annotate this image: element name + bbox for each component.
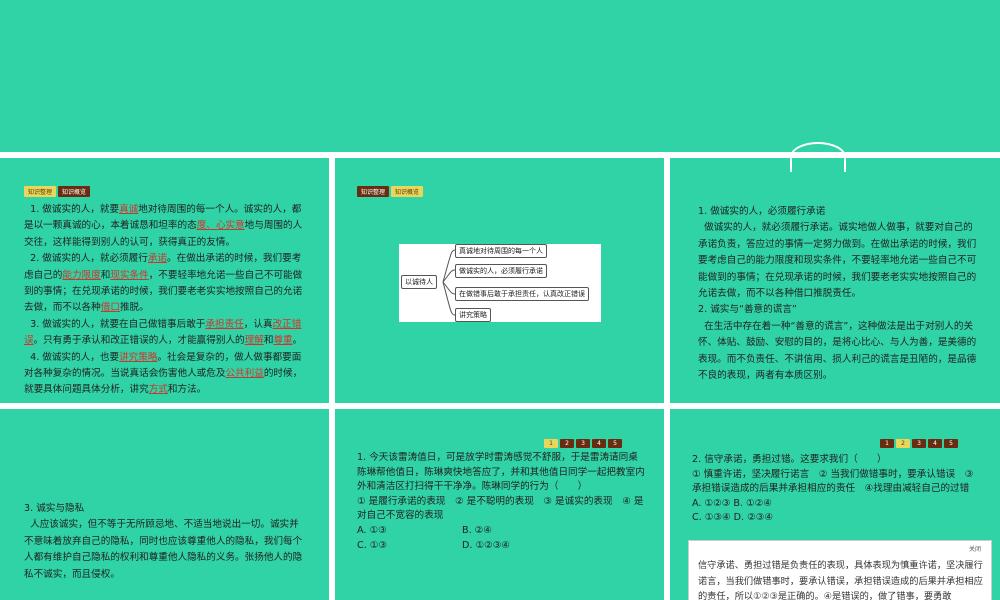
- explanation-panel: 关闭 信守承诺、勇担过错是负责任的表现，具体表现为慎重许诺，坚决履行诺言，当我们…: [688, 540, 992, 600]
- page-4-button[interactable]: 4: [592, 439, 606, 448]
- page-2-button[interactable]: 2: [896, 439, 910, 448]
- promise-text: 1. 做诚实的人，必须履行承诺 做诚实的人，就必须履行承诺。诚实地做人做事，就要…: [698, 204, 982, 384]
- tab-knowledge-overview[interactable]: 知识概览: [391, 186, 424, 197]
- mindmap-root: 以诚待人: [401, 275, 437, 289]
- section-heading-3: 3. 诚实与隐私: [24, 503, 85, 514]
- question-text: 2. 信守承诺，勇担过错。这要求我们（ ） ① 慎重许诺，坚决履行诺言 ② 当我…: [692, 453, 982, 526]
- slide-honesty-privacy[interactable]: 3. 诚实与隐私 人应该诚实，但不等于无所顾忌地、不适当地说出一切。诚实并不意味…: [0, 409, 329, 600]
- tab-knowledge-overview[interactable]: 知识概览: [58, 186, 91, 197]
- options-row-2[interactable]: C. ①③④ D. ②③④: [692, 511, 982, 526]
- explanation-text: 信守承诺、勇担过错是负责任的表现，具体表现为慎重许诺，坚决履行诺言，当我们做错事…: [698, 560, 983, 600]
- option-b[interactable]: B. ②④: [462, 524, 492, 539]
- page-1-button[interactable]: 1: [544, 439, 558, 448]
- question-pager: 1 2 3 4 5: [880, 439, 958, 448]
- slide-question-1[interactable]: 1 2 3 4 5 1. 今天该雷涛值日，可是放学时雷涛感觉不舒服，于是雷涛请同…: [335, 409, 664, 600]
- question-stem: 1. 今天该雷涛值日，可是放学时雷涛感觉不舒服，于是雷涛请同桌陈琳帮他值日，陈琳…: [357, 452, 645, 493]
- slide-knowledge-summary[interactable]: 知识整理 知识概览 1. 做诚实的人，就要真诚地对待周围的每一个人。诚实的人，都…: [0, 158, 329, 403]
- question-text: 1. 今天该雷涛值日，可是放学时雷涛感觉不舒服，于是雷涛请同桌陈琳帮他值日，陈琳…: [357, 451, 645, 553]
- summary-text: 1. 做诚实的人，就要真诚地对待周围的每一个人。诚实的人，都是以一颗真诚的心，本…: [24, 202, 306, 399]
- slide-promise-and-lie[interactable]: 1. 做诚实的人，必须履行承诺 做诚实的人，就必须履行承诺。诚实地做人做事，就要…: [670, 158, 1000, 403]
- page-3-button[interactable]: 3: [912, 439, 926, 448]
- page-5-button[interactable]: 5: [944, 439, 958, 448]
- section-body-3: 人应该诚实，但不等于无所顾忌地、不适当地说出一切。诚实并不意味着放弃自己的隐私，…: [24, 519, 303, 580]
- tab-knowledge-organize[interactable]: 知识整理: [357, 186, 390, 197]
- summary-point-2: 2. 做诚实的人，就必须履行承诺。在做出承诺的时候，我们要考虑自己的能力限度和现…: [24, 253, 303, 314]
- options-row-2: C. ①③ D. ①②③④: [357, 539, 645, 554]
- tab-knowledge-organize[interactable]: 知识整理: [24, 186, 57, 197]
- close-button[interactable]: 关闭: [969, 544, 981, 553]
- slide-question-2[interactable]: 1 2 3 4 5 2. 信守承诺，勇担过错。这要求我们（ ） ① 慎重许诺，坚…: [670, 409, 1000, 600]
- option-d[interactable]: D. ①②③④: [462, 539, 510, 554]
- mindmap-branch-3: 在做错事后敢于承担责任，认真改正错误: [455, 287, 589, 301]
- privacy-text: 3. 诚实与隐私 人应该诚实，但不等于无所顾忌地、不适当地说出一切。诚实并不意味…: [24, 501, 306, 583]
- summary-point-1: 1. 做诚实的人，就要真诚地对待周围的每一个人。诚实的人，都是以一颗真诚的心，本…: [24, 204, 303, 248]
- section-body-2: 在生活中存在着一种“善意的谎言”，这种做法是出于对别人的关怀、体贴、鼓励、安慰的…: [698, 320, 977, 382]
- summary-point-3: 3. 做诚实的人，就要在自己做错事后敢于承担责任，认真改正错误。只有勇于承认和改…: [24, 318, 303, 347]
- top-banner: [0, 0, 1000, 152]
- page-1-button[interactable]: 1: [880, 439, 894, 448]
- section-heading-2: 2. 诚实与“善意的谎言”: [698, 304, 797, 316]
- mindmap-branch-4: 讲究策略: [455, 308, 491, 322]
- mindmap-branch-2: 做诚实的人，必须履行承诺: [455, 264, 547, 278]
- question-pager: 1 2 3 4 5: [544, 439, 622, 448]
- section-body-1: 做诚实的人，就必须履行承诺。诚实地做人做事，就要对自己的承诺负责，答应过的事情一…: [698, 222, 977, 300]
- mindmap: 以诚待人 真诚地对待周围的每一个人 做诚实的人，必须履行承诺 在做错事后敢于承担…: [399, 244, 601, 322]
- mindmap-branch-1: 真诚地对待周围的每一个人: [455, 244, 547, 258]
- option-c[interactable]: C. ①③: [357, 539, 462, 554]
- page-5-button[interactable]: 5: [608, 439, 622, 448]
- page-4-button[interactable]: 4: [928, 439, 942, 448]
- question-statements: ① 是履行承诺的表现 ② 是不聪明的表现 ③ 是诚实的表现 ④ 是对自己不宽容的…: [357, 495, 644, 522]
- section-heading-1: 1. 做诚实的人，必须履行承诺: [698, 206, 826, 217]
- question-stem: 2. 信守承诺，勇担过错。这要求我们（ ）: [692, 454, 887, 465]
- slide-mindmap[interactable]: 知识整理 知识概览 以诚待人 真诚地对待周围的每一个人 做诚实的人，必须履行承诺…: [335, 158, 664, 403]
- options-row-1[interactable]: A. ①②③ B. ①②④: [692, 497, 982, 512]
- question-statements: ① 慎重许诺，坚决履行诺言 ② 当我们做错事时，要承认错误 ③承担错误造成的后果…: [692, 468, 974, 495]
- option-a[interactable]: A. ①③: [357, 524, 462, 539]
- options-row-1: A. ①③ B. ②④: [357, 524, 645, 539]
- page-2-button[interactable]: 2: [560, 439, 574, 448]
- page-3-button[interactable]: 3: [576, 439, 590, 448]
- summary-point-4: 4. 做诚实的人，也要讲究策略。社会是复杂的，做人做事都要面对各种复杂的情况。当…: [24, 351, 303, 396]
